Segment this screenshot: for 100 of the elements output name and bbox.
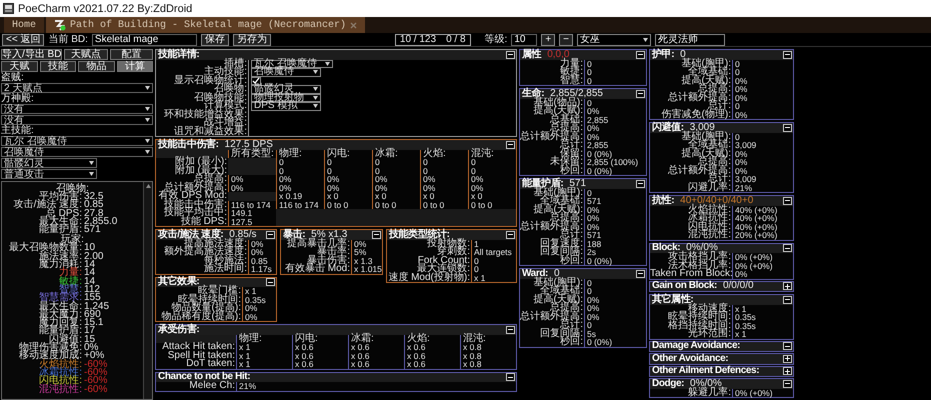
level-label: 等级: bbox=[484, 34, 508, 45]
row-value: 0.85 bbox=[248, 256, 276, 265]
minus-icon bbox=[268, 280, 273, 285]
level-up-button[interactable]: + bbox=[541, 34, 556, 46]
row-label: 秒回: bbox=[560, 166, 584, 175]
collapse-button[interactable] bbox=[506, 326, 515, 334]
row-label: 诅咒和减益效果: bbox=[173, 128, 248, 136]
row-value: 0 bbox=[584, 188, 646, 197]
expand-button[interactable] bbox=[783, 282, 792, 290]
collapse-button[interactable] bbox=[372, 230, 381, 239]
row-label: 敏捷: bbox=[559, 68, 584, 76]
collapse-button[interactable] bbox=[506, 50, 515, 59]
expand-button[interactable] bbox=[783, 354, 792, 363]
tab[interactable]: Home bbox=[4, 17, 44, 33]
table-cell: x 1 bbox=[236, 343, 292, 352]
collapse-button[interactable] bbox=[783, 196, 792, 205]
minus-icon bbox=[785, 344, 790, 349]
row-label: 秒回: bbox=[560, 338, 584, 346]
scroll-up-icon[interactable] bbox=[146, 184, 150, 188]
dropdown[interactable]: 召唤魔侍 bbox=[1, 147, 153, 157]
dropdown[interactable]: 2 天赋点 bbox=[1, 83, 153, 93]
row-value: 571 bbox=[584, 231, 646, 240]
dropdown[interactable]: 没有 bbox=[1, 104, 153, 114]
collapse-button[interactable] bbox=[266, 230, 275, 239]
row-label: 显示召唤物统计: bbox=[173, 76, 248, 85]
collapse-button[interactable] bbox=[783, 342, 792, 350]
sidebar-tab[interactable]: 计算 bbox=[116, 61, 153, 72]
minus-icon bbox=[374, 232, 379, 238]
row-label: 最大连锁数: bbox=[417, 265, 471, 274]
collapse-button[interactable] bbox=[506, 373, 515, 382]
table-cell: 0 bbox=[468, 158, 516, 166]
minus-icon bbox=[785, 297, 790, 302]
collapse-button[interactable] bbox=[506, 230, 515, 239]
collapse-button[interactable] bbox=[636, 90, 645, 98]
collapse-button[interactable] bbox=[266, 278, 275, 286]
row-label: 躲避几率: bbox=[687, 388, 732, 397]
row-value: 0 bbox=[471, 256, 516, 265]
scrollbar[interactable] bbox=[143, 182, 152, 399]
collapse-button[interactable] bbox=[506, 140, 515, 149]
table-cell: 0% bbox=[324, 175, 372, 184]
section-title: 其它效果: bbox=[158, 277, 200, 288]
sidebar-tab[interactable]: 天赋 bbox=[1, 61, 38, 72]
row-label: 总计额外提高: bbox=[667, 94, 732, 102]
collapse-button[interactable] bbox=[783, 50, 792, 59]
row-value: 0 bbox=[584, 60, 646, 68]
row-label: 计算模式: bbox=[204, 102, 248, 110]
table-cell: 0% bbox=[372, 175, 420, 184]
row-value: 0% bbox=[584, 304, 646, 312]
table-cell: x 0.8 bbox=[460, 343, 516, 352]
sidebar-button[interactable]: 配置 bbox=[110, 49, 154, 60]
table-cell: 0% bbox=[324, 184, 372, 192]
sidebar-tab[interactable]: 技能 bbox=[40, 61, 76, 72]
sidebar-tab[interactable]: 物品 bbox=[78, 61, 114, 72]
class-dropdown[interactable]: 女巫 bbox=[577, 34, 651, 46]
collapse-button[interactable] bbox=[783, 380, 792, 388]
ascendancy-dropdown[interactable]: 死灵法师 bbox=[655, 34, 725, 46]
row-value: 0% (+0%) bbox=[732, 253, 793, 262]
caret-icon bbox=[89, 161, 94, 165]
row-label: 未保留: bbox=[549, 158, 584, 166]
plus-icon bbox=[785, 368, 790, 374]
dropdown[interactable]: 骷髅幻灵 bbox=[1, 158, 97, 168]
dropdown[interactable]: 骷髅幻灵 bbox=[251, 85, 321, 94]
stat-value: 2.00 bbox=[83, 252, 104, 262]
save-as-button[interactable]: 另存为 bbox=[232, 34, 271, 46]
row-label: 物品数量(提高): bbox=[172, 304, 242, 312]
collapse-button[interactable] bbox=[783, 296, 792, 304]
tab[interactable]: Path of Building - Skeletal mage (Necromancer) bbox=[46, 17, 366, 33]
sidebar-button[interactable]: 导入/导出 BD bbox=[1, 49, 62, 60]
collapse-button[interactable] bbox=[636, 270, 645, 278]
stat-label: 最大生命: bbox=[38, 302, 82, 311]
section-title: 属性 bbox=[522, 50, 542, 60]
back-button[interactable]: << 返回 bbox=[2, 34, 44, 46]
dropdown[interactable]: 物理投射物 bbox=[251, 94, 321, 102]
collapse-button[interactable] bbox=[636, 180, 645, 188]
table-cell: 0% bbox=[468, 184, 516, 192]
stat-value: 15.1 bbox=[83, 319, 104, 328]
expand-button[interactable] bbox=[783, 367, 792, 376]
caret-icon bbox=[313, 70, 318, 74]
stat-value: 32.5 bbox=[84, 193, 104, 202]
level-field[interactable]: 10 bbox=[511, 34, 538, 46]
column-header: 物理: bbox=[236, 334, 292, 343]
collapse-button[interactable] bbox=[783, 124, 792, 132]
stat-label: 混沌抗性: bbox=[38, 386, 82, 394]
minus-icon bbox=[785, 246, 790, 251]
dropdown[interactable]: 没有 bbox=[1, 115, 153, 125]
collapse-button[interactable] bbox=[783, 244, 792, 252]
dropdown[interactable]: 瓦尔 召唤魔侍 bbox=[1, 136, 153, 146]
table-cell: 0% bbox=[276, 175, 324, 184]
build-name-field[interactable]: Skeletal mage bbox=[92, 34, 197, 46]
level-down-button[interactable]: − bbox=[559, 34, 573, 46]
sidebar-button[interactable]: 天赋点 bbox=[64, 49, 108, 60]
table-cell: 0 bbox=[420, 166, 468, 175]
row-value: 0.35s bbox=[732, 322, 793, 330]
dropdown[interactable]: 普通攻击 bbox=[1, 169, 97, 179]
stat-value: 112 bbox=[83, 286, 100, 294]
row-value: 2,855 bbox=[584, 141, 646, 150]
column-header: 火焰: bbox=[404, 334, 460, 343]
save-button[interactable]: 保存 bbox=[200, 34, 229, 46]
collapse-button[interactable] bbox=[636, 50, 645, 59]
section-title: 其它属性: bbox=[652, 294, 694, 305]
